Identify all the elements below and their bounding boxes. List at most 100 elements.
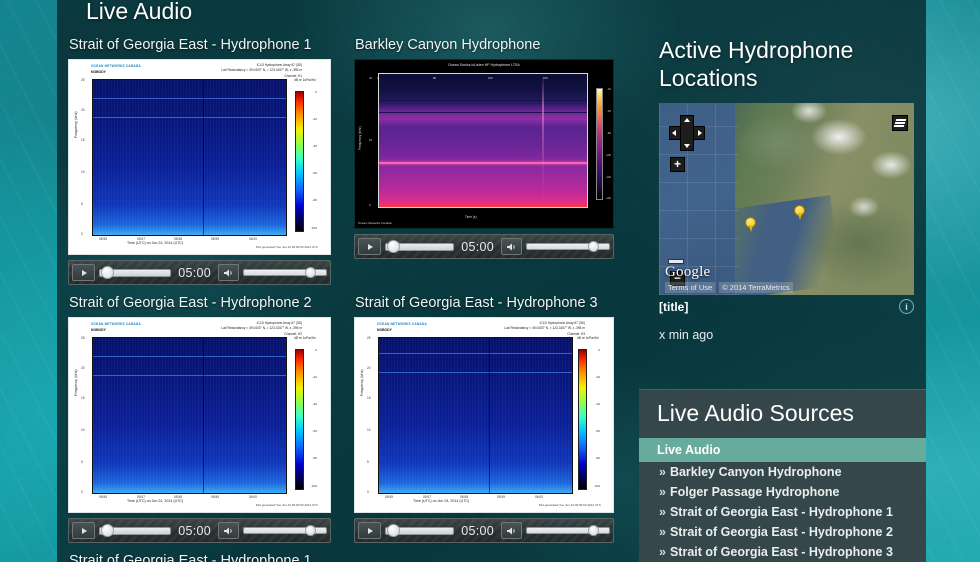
- spectrogram-title: Ocean Sonics icListen HF Hydrophone LTSA: [355, 63, 613, 67]
- seek-slider[interactable]: [99, 264, 171, 281]
- speaker-icon: [506, 242, 518, 252]
- time-display: 05:00: [175, 266, 214, 280]
- source-item-label: Barkley Canyon Hydrophone: [670, 465, 842, 479]
- google-logo: Google: [665, 264, 710, 281]
- pan-up-icon[interactable]: [684, 118, 690, 122]
- volume-handle[interactable]: [305, 267, 316, 278]
- seek-handle[interactable]: [387, 524, 400, 537]
- volume-slider[interactable]: [526, 238, 610, 255]
- spectrogram-x-tick: 06:00: [535, 495, 543, 499]
- hydrophone-location-map[interactable]: + − Google Terms of Use © 2014 TerraMetr…: [659, 103, 914, 295]
- audio-player[interactable]: 05:00: [68, 518, 331, 543]
- spectrogram-sub-label: NOBODY: [91, 70, 106, 74]
- map-panel-heading: Active Hydrophone Locations: [639, 0, 926, 92]
- source-item-folger-passage[interactable]: »Folger Passage Hydrophone: [639, 482, 926, 502]
- mute-button[interactable]: [218, 264, 239, 281]
- source-item-label: Strait of Georgia East - Hydrophone 1: [670, 505, 893, 519]
- spectrogram-y-tick: 0: [81, 232, 83, 236]
- marker-tail: [749, 225, 753, 232]
- spectrogram-y-label: Frequency (kHz): [74, 111, 78, 138]
- spectrogram-dim-band: [379, 92, 587, 93]
- colorbar-title: dB re 1uPa²/Hz: [288, 78, 322, 82]
- colorbar-tick: -100: [311, 484, 317, 488]
- play-button[interactable]: [358, 238, 381, 255]
- play-button[interactable]: [72, 264, 95, 281]
- info-icon[interactable]: i: [899, 299, 914, 314]
- audio-player[interactable]: 05:00: [354, 234, 614, 259]
- spectrogram-x-tick: 05:55: [385, 495, 393, 499]
- map-attribution: Terms of Use © 2014 TerraMetrics: [665, 282, 793, 293]
- source-item-sog-hydrophone-1[interactable]: »Strait of Georgia East - Hydrophone 1: [639, 502, 926, 522]
- source-item-barkley-canyon[interactable]: »Barkley Canyon Hydrophone: [639, 462, 926, 482]
- spectrogram-credit: Ocean Networks Canada: [358, 221, 392, 225]
- audio-player[interactable]: 05:00: [354, 518, 614, 543]
- mute-button[interactable]: [501, 238, 522, 255]
- seek-slider[interactable]: [99, 522, 171, 539]
- chevron-right-icon: »: [659, 525, 666, 539]
- speaker-icon: [223, 526, 235, 536]
- source-item-sog-hydrophone-3[interactable]: »Strait of Georgia East - Hydrophone 3: [639, 542, 926, 562]
- spectrogram-footnote: Plot generated Tue Jun 24 06:00:53 2014 …: [256, 503, 318, 507]
- chevron-right-icon: »: [659, 485, 666, 499]
- spectrogram-sub-label: NOBODY: [377, 328, 392, 332]
- audio-card-hydrophone-2: Strait of Georgia East - Hydrophone 2 OC…: [68, 294, 353, 543]
- volume-slider[interactable]: [526, 522, 610, 539]
- speaker-icon: [506, 526, 518, 536]
- seek-slider[interactable]: [385, 522, 454, 539]
- spectrogram-y-tick: 5: [81, 460, 83, 464]
- colorbar-tick: -40: [313, 144, 317, 148]
- source-item-sog-hydrophone-2[interactable]: »Strait of Georgia East - Hydrophone 2: [639, 522, 926, 542]
- map-zoom-in-button[interactable]: +: [670, 157, 685, 172]
- map-terms-link[interactable]: Terms of Use: [665, 282, 715, 293]
- spectrogram-vline: [203, 338, 204, 493]
- volume-slider[interactable]: [243, 522, 327, 539]
- spectrogram-plot-area: [92, 79, 287, 236]
- seek-slider[interactable]: [385, 238, 454, 255]
- spectrogram-x-tick: 240: [543, 76, 548, 80]
- seek-handle[interactable]: [101, 266, 114, 279]
- mute-button[interactable]: [218, 522, 239, 539]
- audio-player[interactable]: 05:00: [68, 260, 331, 285]
- play-button[interactable]: [72, 522, 95, 539]
- spectrogram-y-tick: 10: [367, 428, 371, 432]
- spectrogram-y-label: Frequency (kHz): [74, 369, 78, 396]
- colorbar-tick: 0: [598, 348, 600, 352]
- spectrogram-y-tick: 5: [81, 202, 83, 206]
- map-pan-control[interactable]: [669, 115, 705, 151]
- seek-handle[interactable]: [387, 240, 400, 253]
- spectrogram-vline: [489, 338, 490, 493]
- spectrogram-footnote: Plot generated Tue Jun 24 06:00:53 2014 …: [256, 245, 318, 249]
- play-icon: [368, 528, 373, 534]
- spectrogram-hline: [93, 117, 286, 118]
- spectrogram-org-label: OCEAN NETWORKS CANADA: [91, 322, 141, 326]
- colorbar-tick: -80: [596, 456, 600, 460]
- pan-right-icon[interactable]: [698, 130, 702, 136]
- audio-card-title: Strait of Georgia East - Hydrophone 3: [354, 294, 639, 312]
- pan-left-icon[interactable]: [672, 130, 676, 136]
- volume-handle[interactable]: [588, 241, 599, 252]
- colorbar-title: dB re 1uPa²/Hz: [571, 336, 605, 340]
- volume-slider[interactable]: [243, 264, 327, 281]
- volume-handle[interactable]: [588, 525, 599, 536]
- pan-down-icon[interactable]: [684, 144, 690, 148]
- mute-button[interactable]: [501, 522, 522, 539]
- spectrogram-y-tick: 15: [367, 396, 371, 400]
- colorbar-tick: -40: [313, 402, 317, 406]
- spectrogram-x-label: Time (UTC) on Jun 24, 2014 (UTC): [127, 499, 183, 503]
- map-caption-title: [title]: [659, 300, 688, 314]
- seek-handle[interactable]: [101, 524, 114, 537]
- map-marker-hydrophone[interactable]: [794, 205, 805, 220]
- spectrogram-image: OCEAN NETWORKS CANADA NOBODY ICLD Hydrop…: [68, 59, 331, 255]
- time-display: 05:00: [175, 524, 214, 538]
- play-button[interactable]: [358, 522, 381, 539]
- spectrogram-x-tick: 05:59: [497, 495, 505, 499]
- audio-card-title: Strait of Georgia East - Hydrophone 1: [68, 36, 353, 54]
- map-marker-hydrophone[interactable]: [745, 217, 756, 232]
- live-audio-sources-panel: Live Audio Sources Live Audio »Barkley C…: [639, 389, 926, 562]
- spectrogram-y-tick: 20: [81, 366, 85, 370]
- map-layers-button[interactable]: [892, 115, 908, 131]
- sources-section-label[interactable]: Live Audio: [639, 438, 926, 462]
- colorbar-tick: -60: [313, 429, 317, 433]
- volume-handle[interactable]: [305, 525, 316, 536]
- marker-tail: [798, 213, 802, 220]
